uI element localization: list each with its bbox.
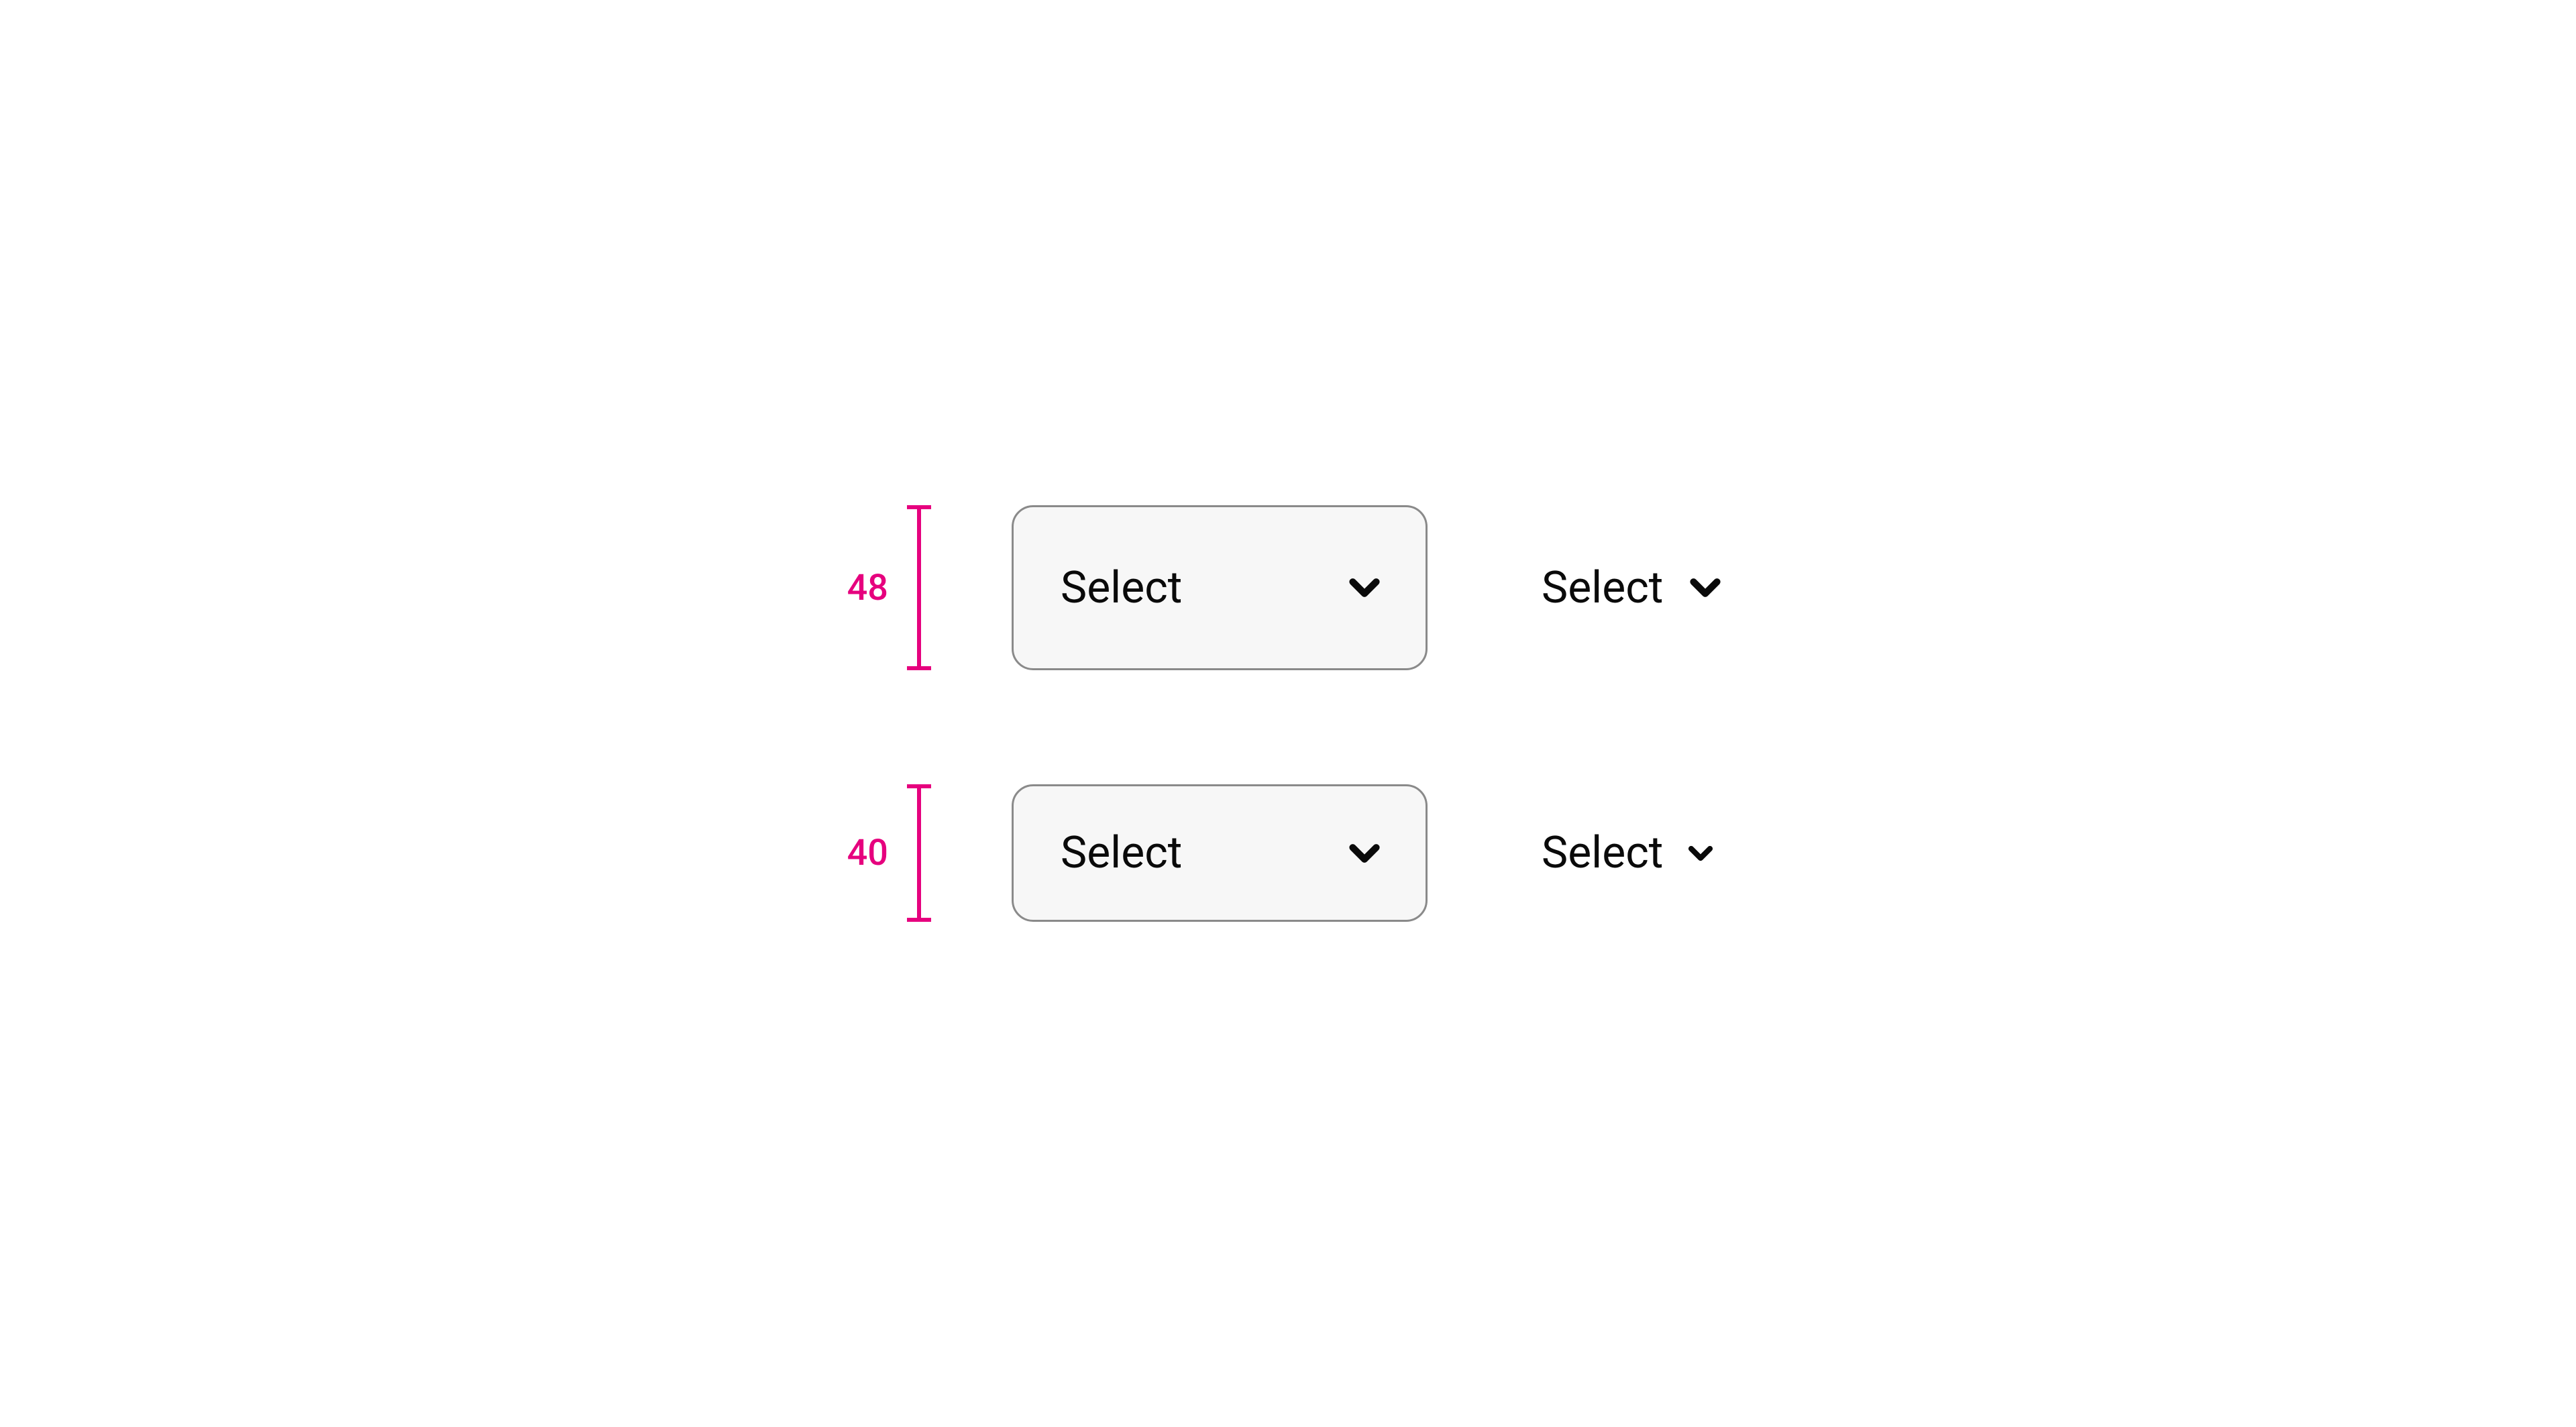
- measure-bracket-icon: [907, 784, 931, 922]
- spec-row-48: 48 Select Select: [847, 505, 1729, 670]
- select-plain-small[interactable]: Select: [1542, 827, 1719, 879]
- measure-bracket-icon: [907, 505, 931, 670]
- select-boxed-large[interactable]: Select: [1012, 505, 1428, 670]
- select-plain-large[interactable]: Select: [1542, 562, 1729, 614]
- spec-row-40: 40 Select Select: [847, 784, 1729, 922]
- select-examples-48: Select Select: [1012, 505, 1729, 670]
- select-label: Select: [1061, 562, 1182, 614]
- chevron-down-icon: [1682, 835, 1719, 872]
- measure-label-48: 48: [847, 567, 888, 609]
- chevron-down-icon: [1682, 564, 1729, 611]
- chevron-down-icon: [1341, 830, 1388, 877]
- select-label: Select: [1061, 827, 1182, 879]
- select-boxed-small[interactable]: Select: [1012, 784, 1428, 922]
- select-label: Select: [1542, 827, 1663, 879]
- measure-group-48: 48: [847, 505, 931, 670]
- select-examples-40: Select Select: [1012, 784, 1719, 922]
- select-label: Select: [1542, 562, 1663, 614]
- measure-label-40: 40: [847, 832, 888, 874]
- spec-container: 48 Select Select 40: [847, 505, 1729, 922]
- measure-group-40: 40: [847, 784, 931, 922]
- chevron-down-icon: [1341, 564, 1388, 611]
